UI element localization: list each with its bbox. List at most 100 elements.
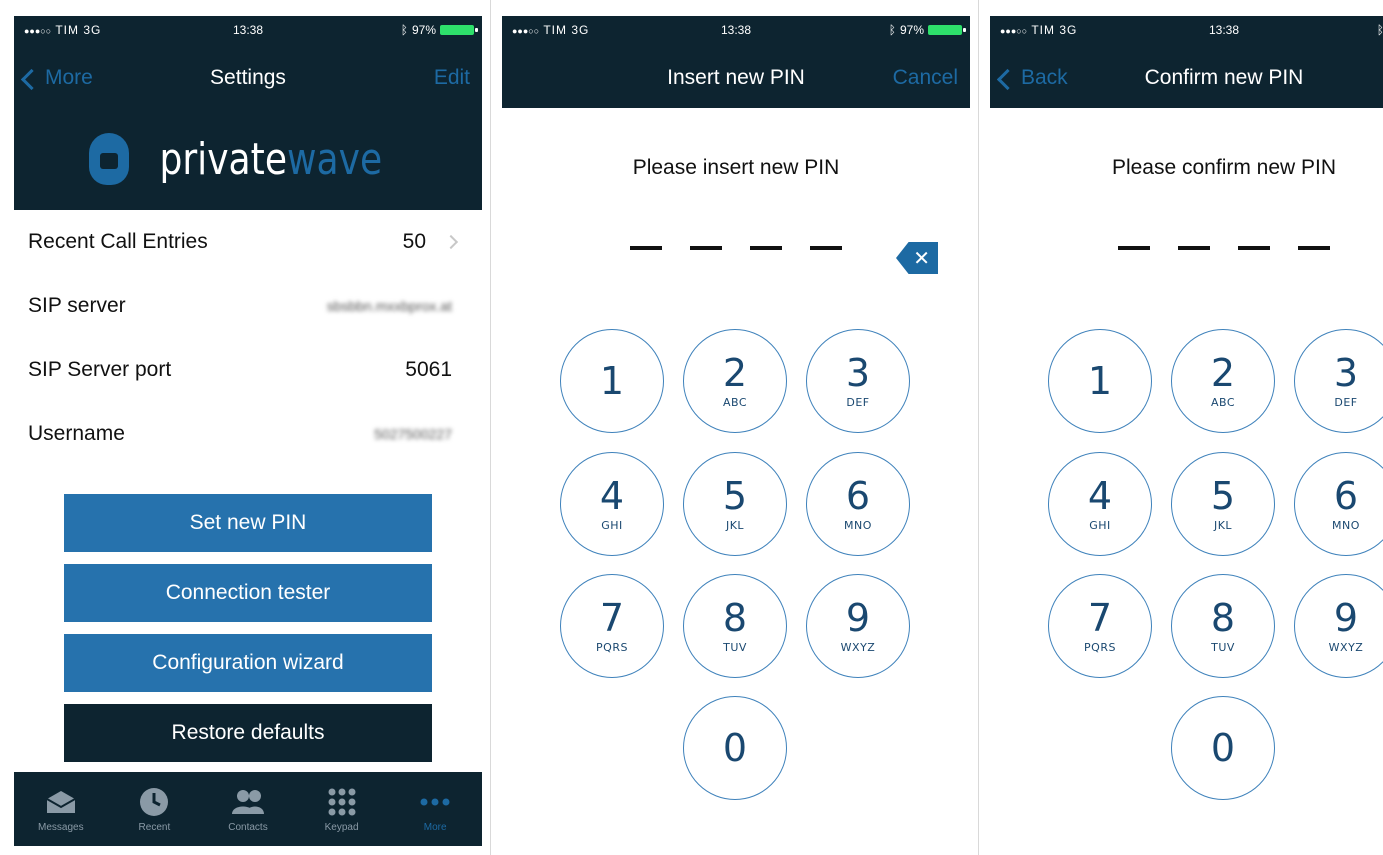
keypad-key-8[interactable]: 8 TUV <box>1171 574 1275 678</box>
row-value: 50 <box>402 230 426 253</box>
tab-bar: Messages Recent Contacts Keypad More <box>14 772 482 846</box>
keypad-key-3[interactable]: 3 DEF <box>806 329 910 433</box>
keypad-key-0[interactable]: 0 <box>683 696 787 800</box>
battery-icon <box>928 25 966 35</box>
row-label: Username <box>28 422 125 445</box>
row-label: SIP server <box>28 294 126 317</box>
pin-prompt: Please insert new PIN <box>632 156 840 179</box>
confirm-pin-screen: ●●●○○ TIM 3G 13:38 ᛒ97% Back Confirm new… <box>990 16 1383 846</box>
pin-digit-placeholder <box>1118 246 1150 250</box>
pin-digit-placeholder <box>690 246 722 250</box>
keypad-key-4[interactable]: 4 GHI <box>1048 452 1152 556</box>
privatewave-logo: privatewave <box>14 108 482 210</box>
battery-percent: 97% <box>899 23 924 37</box>
pin-digit-placeholder <box>750 246 782 250</box>
key-letters: JKL <box>1213 518 1233 532</box>
keypad-key-5[interactable]: 5 JKL <box>1171 452 1275 556</box>
key-letters: DEF <box>1334 395 1358 409</box>
more-icon <box>418 786 452 818</box>
bluetooth-icon: ᛒ <box>1376 23 1383 37</box>
pin-digit-placeholder <box>1298 246 1330 250</box>
key-letters: GHI <box>1089 518 1111 532</box>
key-digit: 4 <box>599 473 625 518</box>
nav-bar: Insert new PIN Cancel <box>502 44 970 108</box>
keypad-key-8[interactable]: 8 TUV <box>683 574 787 678</box>
nav-bar: More Settings Edit <box>14 44 482 108</box>
cancel-button[interactable]: Cancel <box>893 66 958 90</box>
configuration-wizard-button[interactable]: Configuration wizard <box>64 634 432 692</box>
tab-label: More <box>423 821 447 833</box>
key-digit: 0 <box>722 726 748 770</box>
connection-tester-button[interactable]: Connection tester <box>64 564 432 622</box>
key-letters: WXYZ <box>840 640 876 654</box>
key-letters: PQRS <box>596 640 628 654</box>
battery-icon <box>440 25 478 35</box>
key-digit: 4 <box>1087 473 1113 518</box>
settings-row-sip-server[interactable]: SIP server sbsbbn.mxxbprox.at <box>14 274 482 338</box>
key-letters: WXYZ <box>1328 640 1364 654</box>
tab-more[interactable]: More <box>390 786 480 833</box>
keypad-key-1[interactable]: 1 <box>560 329 664 433</box>
status-time: 13:38 <box>1208 23 1240 37</box>
keypad-key-6[interactable]: 6 MNO <box>1294 452 1383 556</box>
pin-digit-placeholder <box>630 246 662 250</box>
battery-info: ᛒ97% <box>889 23 966 37</box>
key-letters: ABC <box>1210 395 1236 409</box>
key-digit: 2 <box>1210 350 1236 395</box>
row-label: SIP Server port <box>28 358 172 381</box>
tab-messages[interactable]: Messages <box>16 786 106 833</box>
keypad-key-9[interactable]: 9 WXYZ <box>1294 574 1383 678</box>
key-digit: 1 <box>599 359 625 403</box>
pin-digit-placeholder <box>1178 246 1210 250</box>
insert-pin-screen: ●●●○○ TIM 3G 13:38 ᛒ 97% Insert new PIN C… <box>502 16 970 846</box>
keypad-key-5[interactable]: 5 JKL <box>683 452 787 556</box>
settings-row-username[interactable]: Username 5027500227 <box>14 402 482 466</box>
pin-digit-placeholder <box>1238 246 1270 250</box>
bluetooth-icon: ᛒ <box>400 23 408 37</box>
status-bar: ●●●○○ TIM 3G 13:38 ᛒ97% <box>990 16 1383 44</box>
keypad-key-1[interactable]: 1 <box>1048 329 1152 433</box>
tab-contacts[interactable]: Contacts <box>203 786 293 833</box>
key-letters: GHI <box>601 518 623 532</box>
pin-digit-placeholder <box>810 246 842 250</box>
keypad-key-2[interactable]: 2 ABC <box>1171 329 1275 433</box>
keypad-key-7[interactable]: 7 PQRS <box>1048 574 1152 678</box>
row-value: 5061 <box>405 358 452 381</box>
key-letters: PQRS <box>1084 640 1116 654</box>
keypad-key-6[interactable]: 6 MNO <box>806 452 910 556</box>
logo-wordmark: privatewave <box>160 134 383 185</box>
page-title: Confirm new PIN <box>1144 66 1304 89</box>
tab-label: Recent <box>138 821 171 833</box>
keypad-key-3[interactable]: 3 DEF <box>1294 329 1383 433</box>
settings-row-sip-server-port[interactable]: SIP Server port 5061 <box>14 338 482 402</box>
tab-keypad[interactable]: Keypad <box>297 786 387 833</box>
key-digit: 6 <box>1333 473 1359 518</box>
panel-divider <box>490 0 491 855</box>
key-digit: 2 <box>722 350 748 395</box>
keypad-key-4[interactable]: 4 GHI <box>560 452 664 556</box>
keypad-key-0[interactable]: 0 <box>1171 696 1275 800</box>
key-digit: 8 <box>1210 595 1236 640</box>
key-digit: 7 <box>1087 595 1113 640</box>
pin-entry-field <box>630 246 842 250</box>
keypad-icon <box>325 786 359 818</box>
page-title: Settings <box>210 66 286 89</box>
key-digit: 8 <box>722 595 748 640</box>
keypad-key-2[interactable]: 2 ABC <box>683 329 787 433</box>
row-value: sbsbbn.mxxbprox.at <box>326 298 452 314</box>
settings-row-recent-call-entries[interactable]: Recent Call Entries 50 <box>14 210 482 274</box>
tab-recent[interactable]: Recent <box>109 786 199 833</box>
edit-button[interactable]: Edit <box>434 66 470 90</box>
logo-wave-text: wave <box>287 133 383 185</box>
restore-defaults-button[interactable]: Restore defaults <box>64 704 432 762</box>
keypad-key-9[interactable]: 9 WXYZ <box>806 574 910 678</box>
tab-label: Messages <box>38 821 84 833</box>
keypad-key-7[interactable]: 7 PQRS <box>560 574 664 678</box>
tab-label: Keypad <box>324 821 359 833</box>
clock-icon <box>137 786 171 818</box>
set-new-pin-button[interactable]: Set new PIN <box>64 494 432 552</box>
key-letters: TUV <box>1211 640 1235 654</box>
backspace-icon[interactable]: ✕ <box>896 242 938 274</box>
envelope-icon <box>44 786 78 818</box>
key-letters: DEF <box>846 395 870 409</box>
